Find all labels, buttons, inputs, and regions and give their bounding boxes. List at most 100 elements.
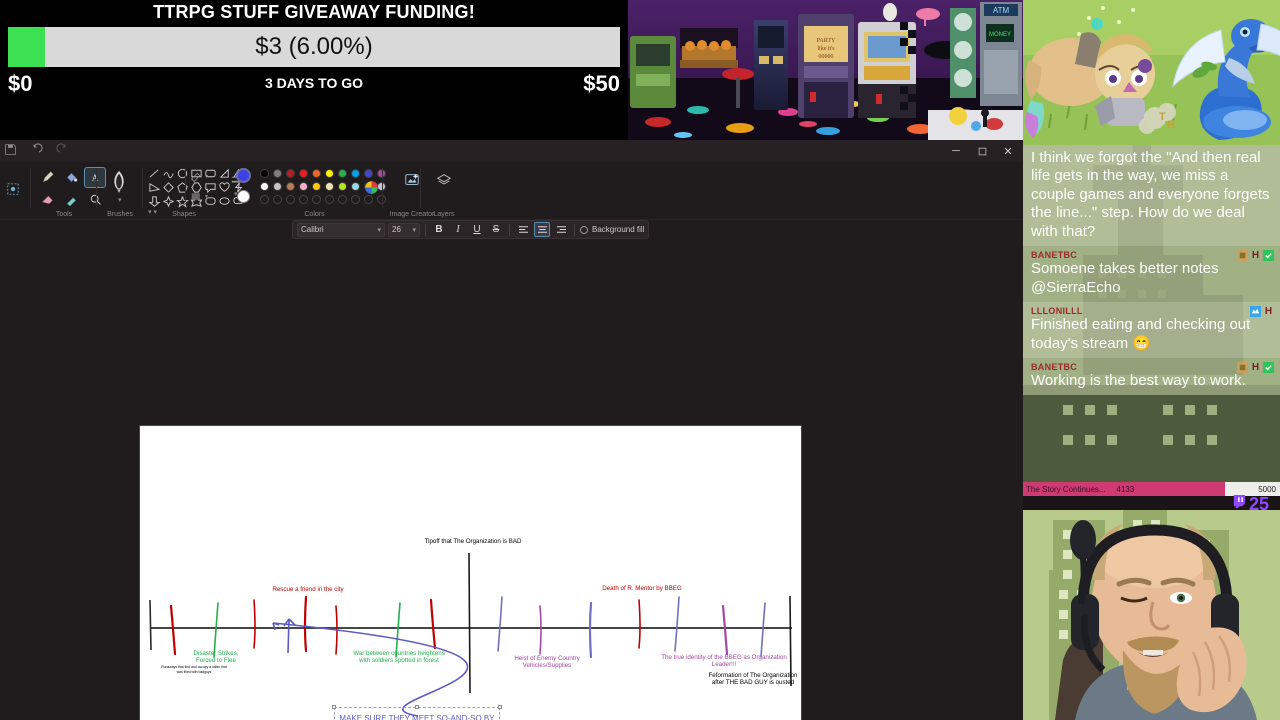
ribbon-divider xyxy=(382,168,383,208)
background-fill-radio[interactable] xyxy=(580,225,588,234)
align-center-button[interactable] xyxy=(534,222,550,237)
outline-dropdown[interactable]: ▾ xyxy=(190,170,208,183)
color-swatch[interactable] xyxy=(299,182,308,191)
paint-canvas[interactable]: Disaster Strikes, Forced to Flee Rescue a … xyxy=(139,425,802,720)
shape-5point-star-icon[interactable] xyxy=(176,195,189,208)
secondary-color-swatch[interactable] xyxy=(237,190,250,203)
svg-text:PARTY: PARTY xyxy=(817,38,836,44)
custom-color-slot[interactable] xyxy=(338,195,347,204)
custom-color-slot[interactable] xyxy=(273,195,282,204)
fill-dropdown[interactable]: ▾ xyxy=(190,190,208,203)
paint-canvas-area: Disaster Strikes, Forced to Flee Rescue a … xyxy=(0,245,1023,720)
chat-message: BANETBC Somoene takes better notes @Sierr… xyxy=(1023,246,1280,303)
select-icon[interactable] xyxy=(2,178,24,199)
color-swatch[interactable] xyxy=(312,182,321,191)
color-swatch[interactable] xyxy=(338,169,347,178)
custom-color-slot[interactable] xyxy=(260,195,269,204)
goal-progress-track: $3 (6.00%) xyxy=(8,27,620,67)
shape-curve-icon[interactable] xyxy=(162,167,175,180)
brushes-dropdown-caret[interactable]: ▾ xyxy=(118,196,122,204)
minimize-button[interactable]: ─ xyxy=(943,140,969,162)
align-left-button[interactable] xyxy=(515,222,531,237)
color-swatch[interactable] xyxy=(312,169,321,178)
shape-pentagon-icon[interactable] xyxy=(176,181,189,194)
timeline-drawing xyxy=(149,552,792,717)
shape-diamond-icon[interactable] xyxy=(162,181,175,194)
resize-handle-nw[interactable] xyxy=(332,705,336,709)
align-right-button[interactable] xyxy=(553,222,569,237)
image-creator-icon[interactable] xyxy=(404,172,420,193)
font-family-select[interactable]: Calibri ▾ xyxy=(297,222,385,237)
ribbon-group-layers: Layers xyxy=(424,164,464,218)
strikethrough-button[interactable]: S xyxy=(488,222,504,237)
save-icon[interactable] xyxy=(4,143,20,159)
brush-icon[interactable] xyxy=(110,170,128,199)
color-swatch[interactable] xyxy=(338,182,347,191)
maximize-button[interactable] xyxy=(969,140,995,162)
timeline-event-label-4: Heist of Enemy Country Vehicles/Supplies xyxy=(514,655,580,670)
custom-color-slot[interactable] xyxy=(312,195,321,204)
svg-text:H: H xyxy=(1167,119,1175,131)
color-palette[interactable] xyxy=(260,169,401,206)
goal-footer: $0 3 DAYS TO GO $50 xyxy=(8,69,620,99)
shape-diagonal-triangle-icon[interactable] xyxy=(148,181,161,194)
italic-button[interactable]: I xyxy=(450,222,466,237)
redo-icon[interactable] xyxy=(56,143,72,159)
ribbon-group-tools: A Tools xyxy=(36,164,106,218)
background-fill-toggle[interactable]: Background fill xyxy=(580,225,644,234)
chat-badges: H xyxy=(1250,306,1274,318)
layers-icon[interactable] xyxy=(436,172,452,193)
timeline-event-label-5: Death of R. Mentor by BBEG xyxy=(602,585,682,592)
sub-goal-progress: The Story Continues... 4133 xyxy=(1023,482,1225,496)
chat-username[interactable]: LLLONILLL xyxy=(1031,306,1272,316)
eyedropper-icon[interactable] xyxy=(60,189,82,210)
bold-button[interactable]: B xyxy=(431,222,447,237)
undo-icon[interactable] xyxy=(30,143,46,159)
chat-message: I think we forgot the "And then real lif… xyxy=(1023,145,1280,247)
svg-text:00000: 00000 xyxy=(819,54,834,60)
color-swatch[interactable] xyxy=(351,169,360,178)
font-family-value: Calibri xyxy=(301,225,324,234)
color-swatch[interactable] xyxy=(325,182,334,191)
primary-color-swatch[interactable] xyxy=(236,168,251,183)
fill-icon[interactable] xyxy=(60,167,82,188)
shape-oval-icon[interactable] xyxy=(176,167,189,180)
eraser-icon[interactable] xyxy=(36,189,58,210)
close-button[interactable]: ✕ xyxy=(995,140,1021,162)
twitch-chat-panel[interactable]: I think we forgot the "And then real lif… xyxy=(1023,145,1280,485)
toolbar-divider xyxy=(425,223,426,236)
paint-titlebar: ─ ✕ ● ⚙ xyxy=(0,140,1023,175)
custom-color-slot[interactable] xyxy=(351,195,360,204)
color-swatch[interactable] xyxy=(260,169,269,178)
color-swatch[interactable] xyxy=(260,182,269,191)
resize-handle-n[interactable] xyxy=(415,705,419,709)
resize-handle-ne[interactable] xyxy=(498,705,502,709)
font-size-select[interactable]: 26 ▾ xyxy=(388,222,420,237)
underline-button[interactable]: U xyxy=(469,222,485,237)
shape-4point-star-icon[interactable] xyxy=(162,195,175,208)
goal-amount-label: $3 (6.00%) xyxy=(255,33,373,60)
shape-arrow-down-icon[interactable] xyxy=(148,195,161,208)
color-swatch[interactable] xyxy=(325,169,334,178)
chat-username[interactable]: BANETBC xyxy=(1031,250,1272,260)
custom-color-slot[interactable] xyxy=(299,195,308,204)
color-swatch[interactable] xyxy=(273,169,282,178)
goal-max-label: $50 xyxy=(583,71,620,96)
color-swatch[interactable] xyxy=(351,182,360,191)
color-swatch[interactable] xyxy=(364,169,373,178)
moderator-badge: H xyxy=(1251,250,1260,262)
pencil-icon[interactable] xyxy=(36,167,58,188)
color-swatch[interactable] xyxy=(286,182,295,191)
sub-badge xyxy=(1237,361,1248,373)
shape-line-icon[interactable] xyxy=(148,167,161,180)
color-swatch[interactable] xyxy=(286,169,295,178)
custom-color-slot[interactable] xyxy=(286,195,295,204)
color-swatch[interactable] xyxy=(273,182,282,191)
color-swatch[interactable] xyxy=(299,169,308,178)
prime-badge xyxy=(1250,306,1261,318)
chat-username[interactable]: BANETBC xyxy=(1031,362,1272,372)
custom-color-slot[interactable] xyxy=(325,195,334,204)
selected-textbox[interactable]: MAKE SURE THEY MEET SO-AND-SO BY THIS PO… xyxy=(332,705,502,720)
color-picker-icon[interactable] xyxy=(364,180,379,200)
chat-message: BANETBC Working is the best way to work. H xyxy=(1023,357,1280,396)
